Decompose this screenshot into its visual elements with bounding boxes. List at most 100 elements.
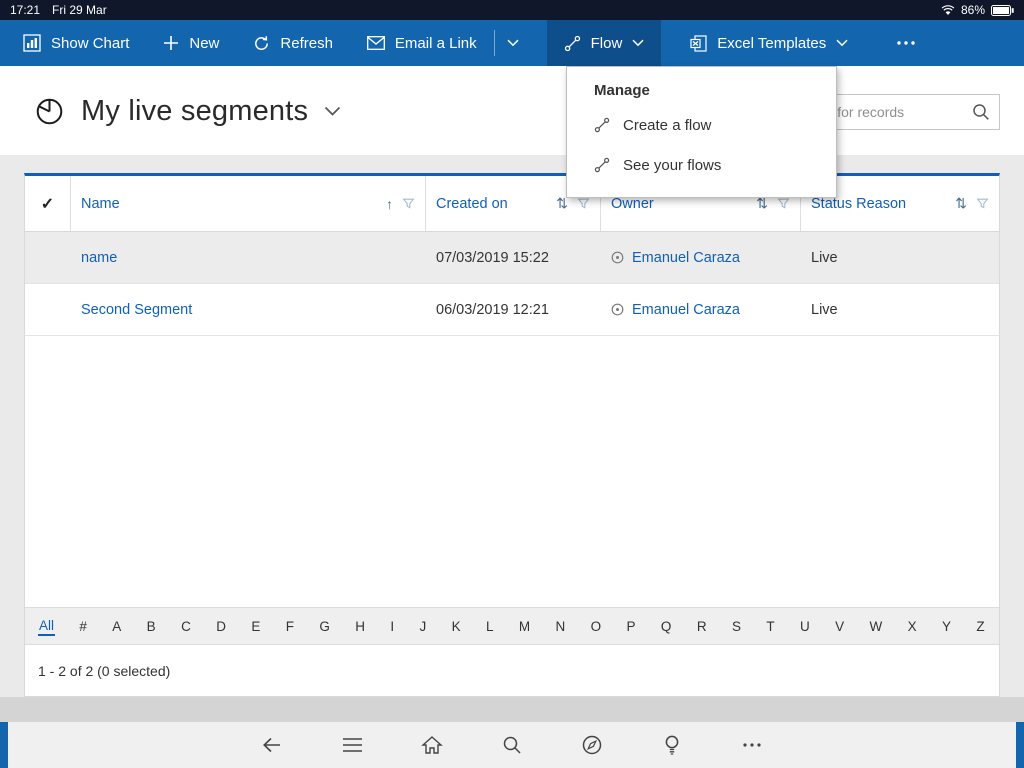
flow-icon [564, 35, 581, 52]
sort-asc-icon[interactable]: ↑ [386, 196, 393, 212]
table-row[interactable]: Second Segment 06/03/2019 12:21 Emanuel … [25, 284, 999, 336]
filter-funnel-icon[interactable] [402, 197, 415, 210]
app-nav-bar [8, 722, 1016, 768]
record-name-link[interactable]: Second Segment [81, 302, 192, 318]
menu-item-label: Create a flow [623, 117, 711, 134]
new-label: New [189, 35, 219, 52]
search-icon[interactable] [972, 103, 990, 121]
refresh-icon [253, 35, 270, 52]
email-a-link-button[interactable]: Email a Link [350, 20, 494, 66]
alphabet-filter-S[interactable]: S [731, 618, 742, 635]
status-time: 17:21 [10, 3, 40, 17]
more-button[interactable] [739, 732, 765, 758]
alphabet-filter-B[interactable]: B [146, 618, 157, 635]
page-header: My live segments [0, 66, 1024, 155]
select-all-column[interactable]: ✓ [25, 176, 71, 231]
menu-item-create-a-flow[interactable]: Create a flow [567, 105, 836, 145]
app-screen: 17:21 Fri 29 Mar 86% Show Chart New [0, 0, 1024, 768]
search-button[interactable] [499, 732, 525, 758]
alphabet-filter-U[interactable]: U [799, 618, 811, 635]
email-icon [367, 36, 385, 50]
record-name-link[interactable]: name [81, 250, 117, 266]
alphabet-filter-A[interactable]: A [111, 618, 122, 635]
back-button[interactable] [259, 732, 285, 758]
created-on-cell: 06/03/2019 12:21 [426, 284, 601, 335]
row-select-cell[interactable] [25, 232, 71, 283]
command-spacer [865, 20, 879, 66]
row-select-cell[interactable] [25, 284, 71, 335]
alphabet-filter-W[interactable]: W [868, 618, 883, 635]
grid-empty-area [25, 336, 999, 607]
owner-link[interactable]: Emanuel Caraza [632, 302, 740, 318]
flow-icon [594, 157, 610, 173]
alphabet-filter-J[interactable]: J [418, 618, 427, 635]
alphabet-filter-Z[interactable]: Z [975, 618, 985, 635]
chevron-down-icon [324, 106, 341, 117]
alphabet-filter-M[interactable]: M [518, 618, 531, 635]
home-button[interactable] [419, 732, 445, 758]
email-a-link-split-chevron[interactable] [495, 20, 531, 66]
alphabet-filter-I[interactable]: I [389, 618, 395, 635]
alphabet-filter-#[interactable]: # [78, 618, 88, 635]
records-grid: ✓ Name ↑ Created on ⇅ Owner ⇅ [24, 173, 1000, 697]
menu-button[interactable] [339, 732, 365, 758]
excel-templates-label: Excel Templates [717, 35, 826, 52]
owner-status-icon [611, 251, 624, 264]
alphabet-filter-V[interactable]: V [834, 618, 845, 635]
alphabet-filter-F[interactable]: F [285, 618, 295, 635]
record-count: 1 - 2 of 2 (0 selected) [38, 663, 170, 679]
battery-percent: 86% [961, 3, 985, 17]
plus-icon [163, 35, 179, 51]
sort-both-icon[interactable]: ⇅ [955, 195, 967, 212]
alphabet-filter-L[interactable]: L [485, 618, 495, 635]
lightbulb-button[interactable] [659, 732, 685, 758]
ellipsis-icon [896, 40, 916, 46]
battery-icon [991, 5, 1014, 16]
alphabet-filter-K[interactable]: K [451, 618, 462, 635]
show-chart-label: Show Chart [51, 35, 129, 52]
view-selector[interactable]: My live segments [34, 95, 341, 128]
alphabet-filter-G[interactable]: G [318, 618, 331, 635]
new-button[interactable]: New [146, 20, 236, 66]
alphabet-filter-D[interactable]: D [215, 618, 227, 635]
menu-item-label: See your flows [623, 157, 721, 174]
alphabet-filter-E[interactable]: E [250, 618, 261, 635]
segment-pie-icon [34, 96, 65, 127]
column-header-name[interactable]: Name ↑ [71, 176, 426, 231]
alphabet-filter-X[interactable]: X [907, 618, 918, 635]
owner-link[interactable]: Emanuel Caraza [632, 250, 740, 266]
chart-icon [23, 34, 41, 52]
alphabet-filter-Q[interactable]: Q [660, 618, 673, 635]
wifi-icon [941, 5, 955, 16]
alphabet-filter-N[interactable]: N [555, 618, 567, 635]
filter-funnel-icon[interactable] [976, 197, 989, 210]
flow-button[interactable]: Flow [547, 20, 662, 66]
refresh-button[interactable]: Refresh [236, 20, 350, 66]
table-row[interactable]: name 07/03/2019 15:22 Emanuel Caraza Liv… [25, 232, 999, 284]
alphabet-filter-T[interactable]: T [765, 618, 775, 635]
alphabet-filter-O[interactable]: O [590, 618, 603, 635]
refresh-label: Refresh [280, 35, 333, 52]
alphabet-filter-C[interactable]: C [180, 618, 192, 635]
menu-item-see-your-flows[interactable]: See your flows [567, 145, 836, 185]
flow-icon [594, 117, 610, 133]
alphabet-filter-All[interactable]: All [38, 617, 55, 636]
show-chart-button[interactable]: Show Chart [6, 20, 146, 66]
alphabet-filter-H[interactable]: H [354, 618, 366, 635]
alphabet-filter-Y[interactable]: Y [941, 618, 952, 635]
flow-dropdown-menu: Manage Create a flow See your flows [566, 66, 837, 198]
status-reason-cell: Live [801, 232, 999, 283]
excel-icon [690, 35, 707, 52]
alphabet-filter-P[interactable]: P [626, 618, 637, 635]
filter-funnel-icon[interactable] [777, 197, 790, 210]
flow-menu-section-label: Manage [567, 82, 836, 105]
flow-label: Flow [591, 35, 623, 52]
more-commands-button[interactable] [879, 20, 933, 66]
chevron-down-icon [632, 39, 644, 47]
compass-button[interactable] [579, 732, 605, 758]
alphabet-filter-R[interactable]: R [696, 618, 708, 635]
command-spacer [661, 20, 673, 66]
excel-templates-button[interactable]: Excel Templates [673, 20, 865, 66]
email-a-link-label: Email a Link [395, 35, 477, 52]
filter-funnel-icon[interactable] [577, 197, 590, 210]
